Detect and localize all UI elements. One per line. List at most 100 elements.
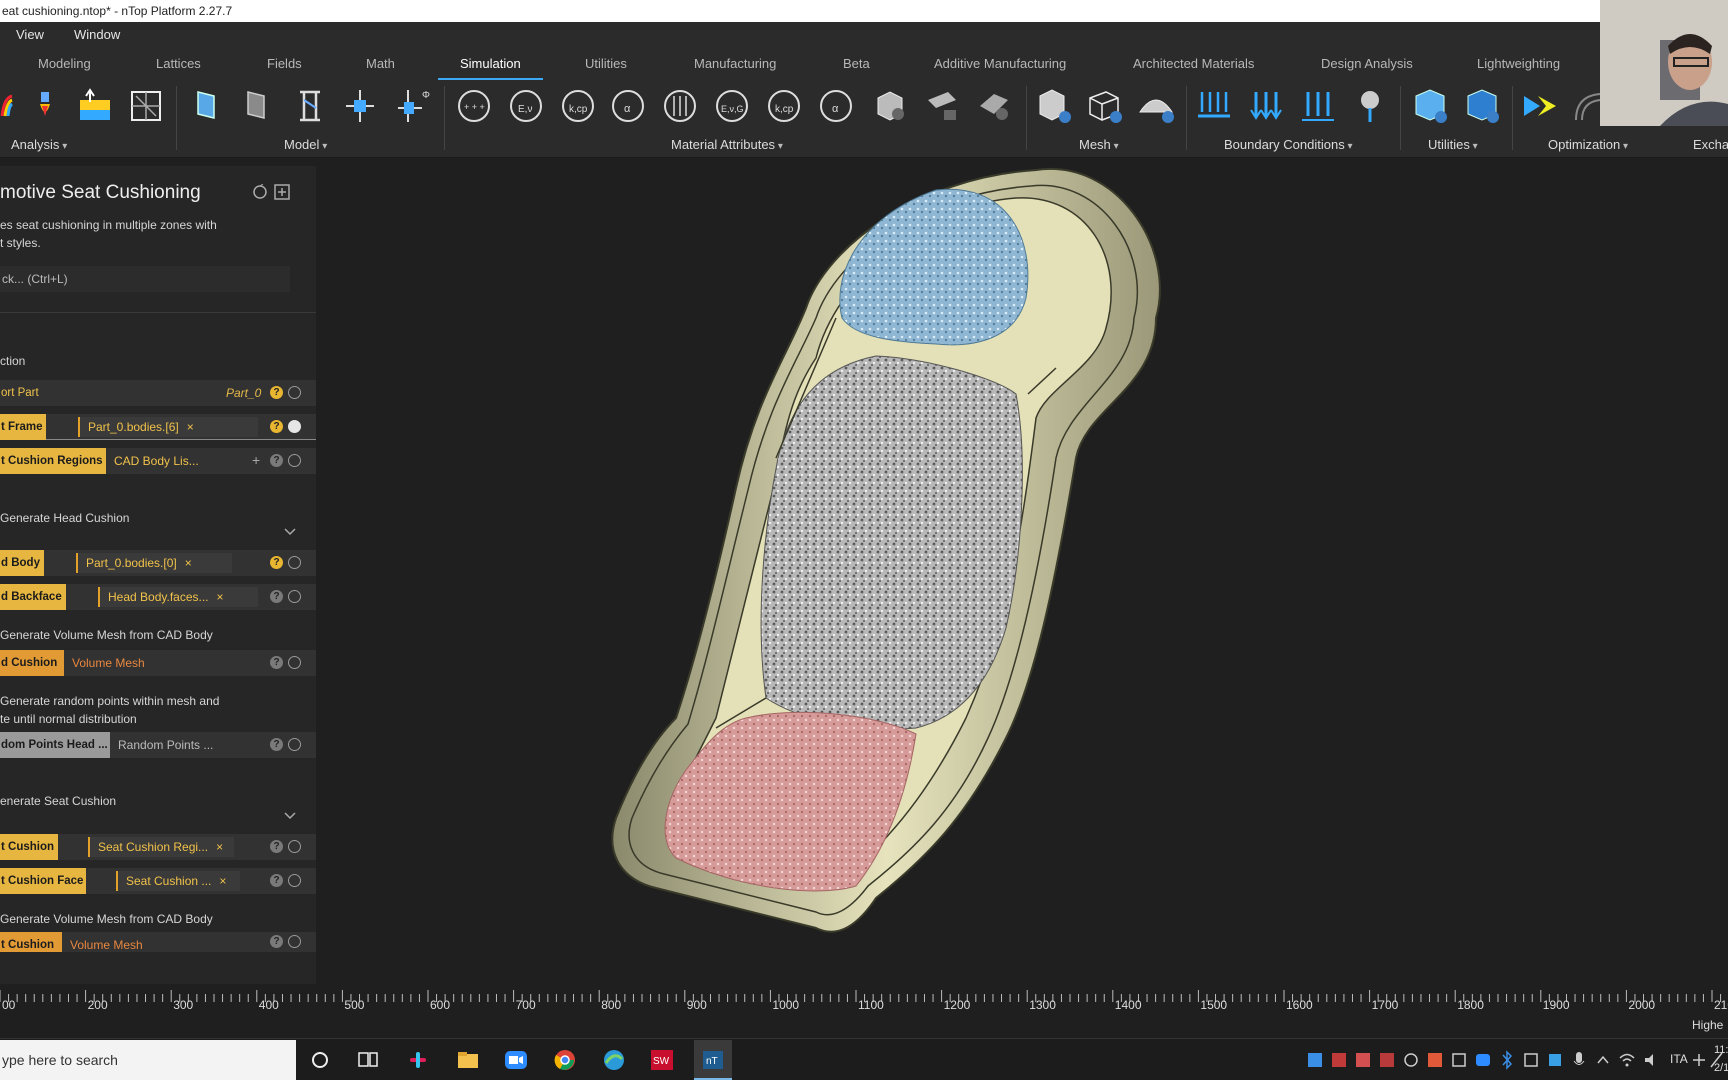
edge-icon[interactable] [602,1049,626,1071]
add-block-icon[interactable] [274,184,290,200]
fe-mesh-wire-icon[interactable] [1084,86,1124,126]
clock-time[interactable]: 11: [1714,1044,1728,1056]
remove-icon[interactable]: × [217,590,224,604]
solid-material-icon[interactable] [870,86,910,126]
tab-design-analysis[interactable]: Design Analysis [1321,56,1413,71]
head-body-row[interactable]: d Body Part_0.bodies.[0] × ? [0,550,316,576]
part-body-icon[interactable] [186,86,226,126]
force-icon[interactable] [1246,86,1286,126]
beam-material-icon[interactable] [922,86,962,126]
expansion-alpha-icon[interactable]: α [608,86,648,126]
fe-utility-icon[interactable] [1410,86,1450,126]
shell-material-icon[interactable] [974,86,1014,126]
distributed-load-icon[interactable] [1194,86,1234,126]
seat-cushion-face-row[interactable]: t Cushion Face Seat Cushion ... × ? [0,868,316,894]
tab-lattices[interactable]: Lattices [156,56,201,71]
chevron-down-icon[interactable] [284,812,296,820]
tray-app-icon[interactable] [1690,1049,1708,1071]
seat-model-icon[interactable] [316,158,1728,988]
group-boundary-conditions[interactable]: Boundary Conditions [1224,137,1353,152]
clock-date[interactable]: 2/1 [1714,1062,1728,1074]
tray-app-icon[interactable] [1378,1049,1396,1071]
remove-icon[interactable]: × [187,420,194,434]
help-icon[interactable]: ? [270,656,283,669]
row-value-chip[interactable]: Part_0.bodies.[0] × [76,553,232,573]
help-icon[interactable]: ? [270,874,283,887]
help-icon[interactable]: ? [270,590,283,603]
menu-window[interactable]: Window [74,27,120,42]
head-backface-row[interactable]: d Backface Head Body.faces... × ? [0,584,316,610]
group-analysis[interactable]: Analysis [11,137,67,152]
row-value-chip[interactable]: Seat Cushion ... × [116,871,240,891]
tray-chevron-icon[interactable] [1594,1049,1612,1071]
tab-simulation[interactable]: Simulation [438,56,543,80]
row-value-chip[interactable]: Seat Cushion Regi... × [88,837,234,857]
tray-app-icon[interactable] [1330,1049,1348,1071]
tab-math[interactable]: Math [366,56,395,71]
row-value-chip[interactable]: Part_0.bodies.[6] × [78,417,258,437]
isotropic-ev-icon[interactable]: E,ν [506,86,546,126]
thermal-kcp-icon[interactable]: k,cp [558,86,598,126]
visibility-icon[interactable] [288,556,301,569]
tab-utilities[interactable]: Utilities [585,56,627,71]
beam-icon[interactable] [290,86,330,126]
thermal-analysis-icon[interactable] [30,86,70,126]
group-optimization[interactable]: Optimization [1548,137,1628,152]
3d-viewport[interactable] [316,158,1728,988]
result-field-icon[interactable] [76,86,116,126]
tab-beta[interactable]: Beta [843,56,870,71]
visibility-icon[interactable] [288,656,301,669]
group-model[interactable]: Model [284,137,327,152]
shell-body-icon[interactable] [236,86,276,126]
tray-app-icon[interactable] [1546,1049,1564,1071]
rigid-connector-icon[interactable]: Φ [392,86,432,126]
help-icon[interactable]: ? [270,386,283,399]
solidworks-icon[interactable]: SW [650,1049,674,1071]
fe-surface-mesh-icon[interactable] [1136,86,1176,126]
tray-app-icon[interactable] [1354,1049,1372,1071]
orthotropic-evg-icon[interactable]: E,ν,G [712,86,752,126]
visibility-icon[interactable] [288,738,301,751]
help-icon[interactable]: ? [270,840,283,853]
group-utilities[interactable]: Utilities [1428,137,1478,152]
chevron-down-icon[interactable] [284,528,296,536]
seat-cushion-mesh-row[interactable]: t Cushion Volume Mesh ? [0,932,316,952]
menu-view[interactable]: View [16,27,44,42]
task-view-icon[interactable] [356,1049,380,1071]
tray-zoom-icon[interactable] [1474,1049,1492,1071]
tab-manufacturing[interactable]: Manufacturing [694,56,776,71]
refresh-icon[interactable] [252,184,268,200]
tray-app-icon[interactable] [1402,1049,1420,1071]
orthotropic-material-icon[interactable] [660,86,700,126]
group-mesh[interactable]: Mesh [1079,137,1119,152]
visibility-icon[interactable] [288,420,301,433]
fe-volume-mesh-icon[interactable] [1034,86,1074,126]
point-load-icon[interactable] [1350,86,1390,126]
isotropic-material-icon[interactable]: + + + [454,86,494,126]
chrome-icon[interactable] [553,1049,577,1071]
topology-optimization-icon[interactable] [1520,86,1560,126]
orthotropic-kcp-icon[interactable]: k,cp [764,86,804,126]
tray-app-icon[interactable] [1426,1049,1444,1071]
connector-icon[interactable] [340,86,380,126]
tray-app-icon[interactable] [1306,1049,1324,1071]
tray-bluetooth-icon[interactable] [1498,1049,1516,1071]
help-icon[interactable]: ? [270,454,283,467]
remove-icon[interactable]: × [216,840,223,854]
remove-icon[interactable]: × [219,874,226,888]
help-icon[interactable]: ? [270,738,283,751]
ntop-icon[interactable]: nT [701,1049,725,1071]
visibility-icon[interactable] [288,935,301,948]
help-icon[interactable]: ? [270,556,283,569]
wifi-icon[interactable] [1618,1049,1636,1071]
seat-cushion-row[interactable]: t Cushion Seat Cushion Regi... × ? [0,834,316,860]
tray-app-icon[interactable] [1450,1049,1468,1071]
volume-icon[interactable] [1642,1049,1660,1071]
visibility-icon[interactable] [288,840,301,853]
visibility-icon[interactable] [288,590,301,603]
language-indicator[interactable]: ITA [1670,1052,1688,1066]
tab-modeling[interactable]: Modeling [38,56,91,71]
tab-additive-manufacturing[interactable]: Additive Manufacturing [934,56,1066,71]
random-points-head-row[interactable]: dom Points Head ... Random Points ... ? [0,732,316,758]
tray-app-icon[interactable] [1522,1049,1540,1071]
